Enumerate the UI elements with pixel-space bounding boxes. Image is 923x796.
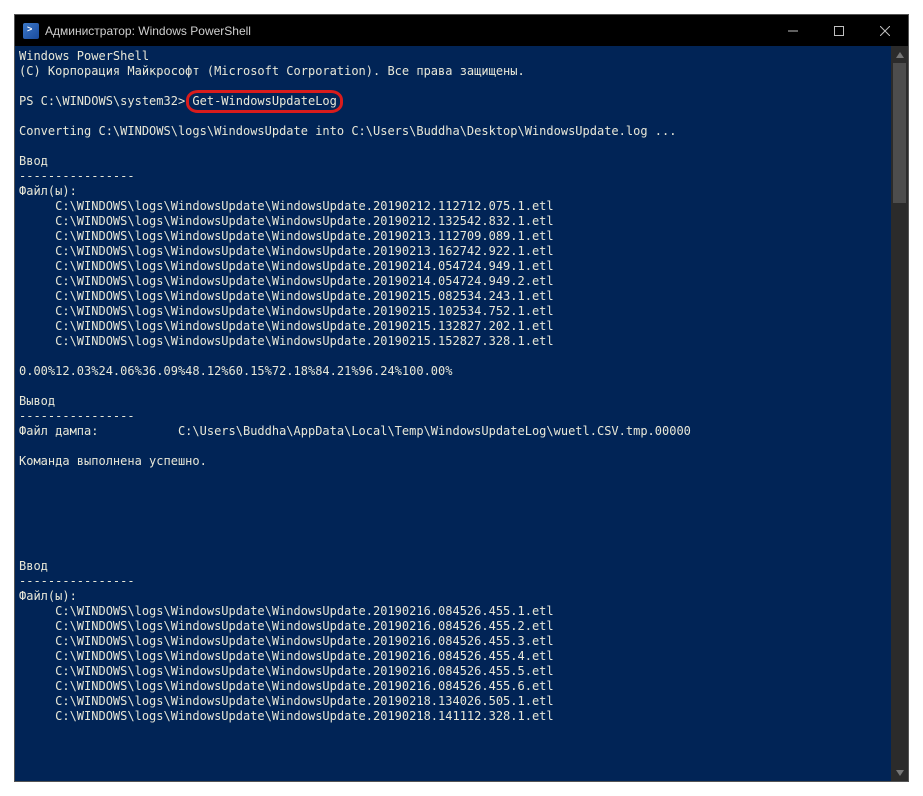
files-label-2: Файл(ы): — [19, 589, 77, 603]
progress-line: 0.00%12.03%24.06%36.09%48.12%60.15%72.18… — [19, 364, 452, 378]
powershell-window: Администратор: Windows PowerShell Window… — [15, 15, 908, 781]
window-title: Администратор: Windows PowerShell — [45, 24, 251, 38]
file-line: C:\WINDOWS\logs\WindowsUpdate\WindowsUpd… — [19, 649, 554, 663]
files-label: Файл(ы): — [19, 184, 77, 198]
scroll-down-button[interactable] — [891, 764, 908, 781]
file-line: C:\WINDOWS\logs\WindowsUpdate\WindowsUpd… — [19, 304, 554, 318]
close-button[interactable] — [862, 15, 908, 46]
prompt: PS C:\WINDOWS\system32> — [19, 94, 192, 108]
file-line: C:\WINDOWS\logs\WindowsUpdate\WindowsUpd… — [19, 334, 554, 348]
file-line: C:\WINDOWS\logs\WindowsUpdate\WindowsUpd… — [19, 319, 554, 333]
scrollbar-thumb[interactable] — [893, 63, 906, 203]
output-dashes: ---------------- — [19, 409, 135, 423]
file-line: C:\WINDOWS\logs\WindowsUpdate\WindowsUpd… — [19, 274, 554, 288]
minimize-button[interactable] — [770, 15, 816, 46]
file-line: C:\WINDOWS\logs\WindowsUpdate\WindowsUpd… — [19, 214, 554, 228]
file-line: C:\WINDOWS\logs\WindowsUpdate\WindowsUpd… — [19, 619, 554, 633]
output-label: Вывод — [19, 394, 55, 408]
file-line: C:\WINDOWS\logs\WindowsUpdate\WindowsUpd… — [19, 244, 554, 258]
input-label-2: Ввод — [19, 559, 48, 573]
file-line: C:\WINDOWS\logs\WindowsUpdate\WindowsUpd… — [19, 259, 554, 273]
input-label: Ввод — [19, 154, 48, 168]
ps-header-1: Windows PowerShell — [19, 49, 149, 63]
command-highlighted: Get-WindowsUpdateLog — [192, 94, 337, 109]
file-line: C:\WINDOWS\logs\WindowsUpdate\WindowsUpd… — [19, 694, 554, 708]
input-dashes-2: ---------------- — [19, 574, 135, 588]
file-line: C:\WINDOWS\logs\WindowsUpdate\WindowsUpd… — [19, 199, 554, 213]
maximize-button[interactable] — [816, 15, 862, 46]
file-line: C:\WINDOWS\logs\WindowsUpdate\WindowsUpd… — [19, 664, 554, 678]
dump-file-line: Файл дампа: C:\Users\Buddha\AppData\Loca… — [19, 424, 691, 438]
vertical-scrollbar[interactable] — [891, 46, 908, 781]
success-line: Команда выполнена успешно. — [19, 454, 207, 468]
ps-header-2: (C) Корпорация Майкрософт (Microsoft Cor… — [19, 64, 525, 78]
file-line: C:\WINDOWS\logs\WindowsUpdate\WindowsUpd… — [19, 709, 554, 723]
scrollbar-track[interactable] — [891, 63, 908, 764]
converting-line: Converting C:\WINDOWS\logs\WindowsUpdate… — [19, 124, 676, 138]
terminal-content[interactable]: Windows PowerShell (C) Корпорация Майкро… — [15, 46, 908, 781]
powershell-icon — [23, 23, 39, 39]
file-line: C:\WINDOWS\logs\WindowsUpdate\WindowsUpd… — [19, 634, 554, 648]
window-controls — [770, 15, 908, 46]
file-line: C:\WINDOWS\logs\WindowsUpdate\WindowsUpd… — [19, 229, 554, 243]
file-line: C:\WINDOWS\logs\WindowsUpdate\WindowsUpd… — [19, 604, 554, 618]
file-line: C:\WINDOWS\logs\WindowsUpdate\WindowsUpd… — [19, 289, 554, 303]
input-dashes: ---------------- — [19, 169, 135, 183]
scroll-up-button[interactable] — [891, 46, 908, 63]
file-line: C:\WINDOWS\logs\WindowsUpdate\WindowsUpd… — [19, 679, 554, 693]
titlebar[interactable]: Администратор: Windows PowerShell — [15, 15, 908, 46]
